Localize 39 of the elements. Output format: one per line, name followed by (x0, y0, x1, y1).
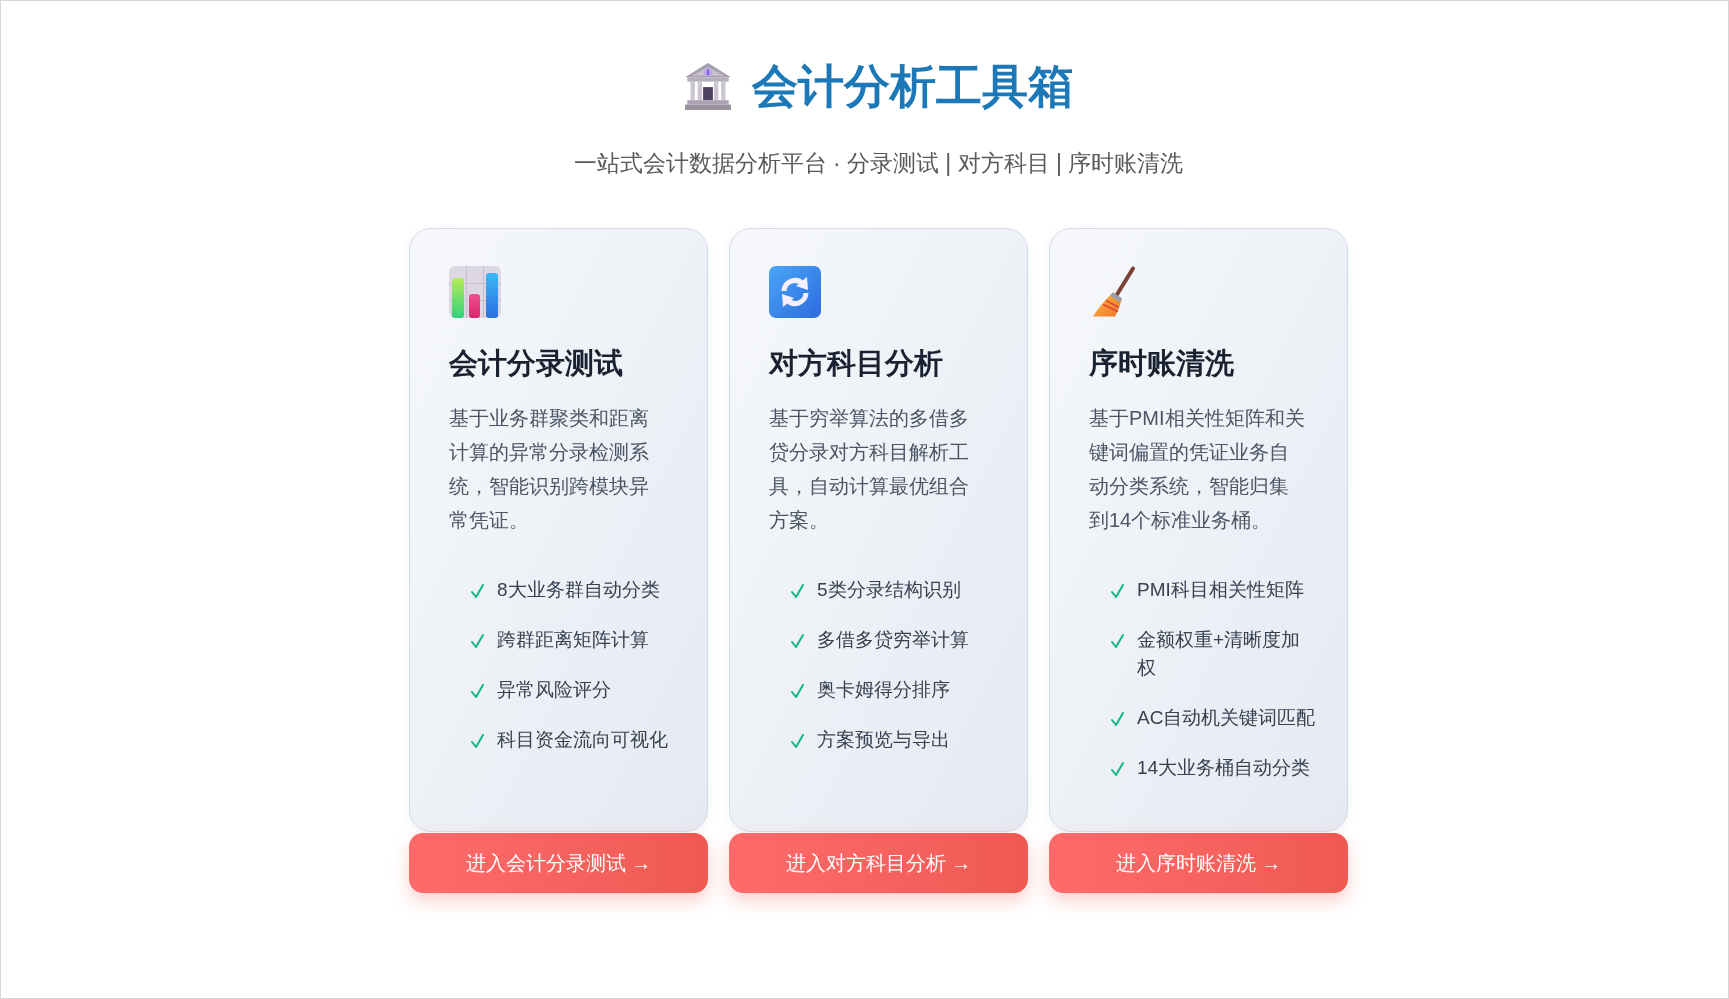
card-title: 会计分录测试 (449, 346, 624, 381)
check-icon (1111, 634, 1124, 648)
card-description: 基于穷举算法的多借多贷分录对方科目解析工具，自动计算最优组合方案。 (769, 406, 970, 533)
check-icon (471, 584, 484, 598)
card-title: 对方科目分析 (769, 346, 944, 381)
check-icon (791, 584, 804, 598)
card-description: 基于业务群聚类和距离计算的异常分录检测系统，智能识别跨模块异常凭证。 (449, 406, 650, 533)
feature-text: 跨群距离矩阵计算 (497, 628, 650, 652)
refresh-icon (769, 266, 821, 318)
bank-icon (683, 62, 732, 110)
check-icon (791, 734, 804, 748)
check-icon (1111, 762, 1124, 776)
card-description: 基于PMI相关性矩阵和关键词偏置的凭证业务自动分类系统，智能归集到14个标准业务桶。 (1089, 406, 1306, 533)
check-icon (791, 634, 804, 648)
feature-text: 奥卡姆得分排序 (817, 678, 951, 702)
feature-text: 金额权重+清晰度加权 (1137, 628, 1302, 680)
card-title: 序时账清洗 (1089, 346, 1235, 381)
feature-text: 5类分录结构识别 (817, 578, 962, 602)
check-icon (471, 734, 484, 748)
feature-text: 8大业务群自动分类 (497, 578, 661, 602)
check-icon (1111, 712, 1124, 726)
enter-button[interactable]: 进入会计分录测试 → (409, 833, 708, 893)
feature-text: 多借多贷穷举计算 (817, 628, 970, 652)
enter-button[interactable]: 进入对方科目分析 → (729, 833, 1028, 893)
bar-chart-icon (449, 266, 501, 318)
feature-text: 方案预览与导出 (817, 728, 951, 752)
feature-text: PMI科目相关性矩阵 (1137, 578, 1305, 602)
feature-text: AC自动机关键词匹配 (1137, 706, 1317, 730)
check-icon (471, 634, 484, 648)
feature-text: 科目资金流向可视化 (497, 728, 669, 752)
enter-button[interactable]: 进入序时账清洗 → (1049, 833, 1348, 893)
check-icon (791, 684, 804, 698)
page-subtitle: 一站式会计数据分析平台 · 分录测试 | 对方科目 | 序时账清洗 (573, 149, 1184, 178)
feature-text: 14大业务桶自动分类 (1137, 756, 1312, 780)
check-icon (471, 684, 484, 698)
broom-icon (1092, 266, 1135, 318)
check-icon (1111, 584, 1124, 598)
page-title: 会计分析工具箱 (751, 59, 1074, 114)
feature-text: 异常风险评分 (497, 678, 612, 702)
